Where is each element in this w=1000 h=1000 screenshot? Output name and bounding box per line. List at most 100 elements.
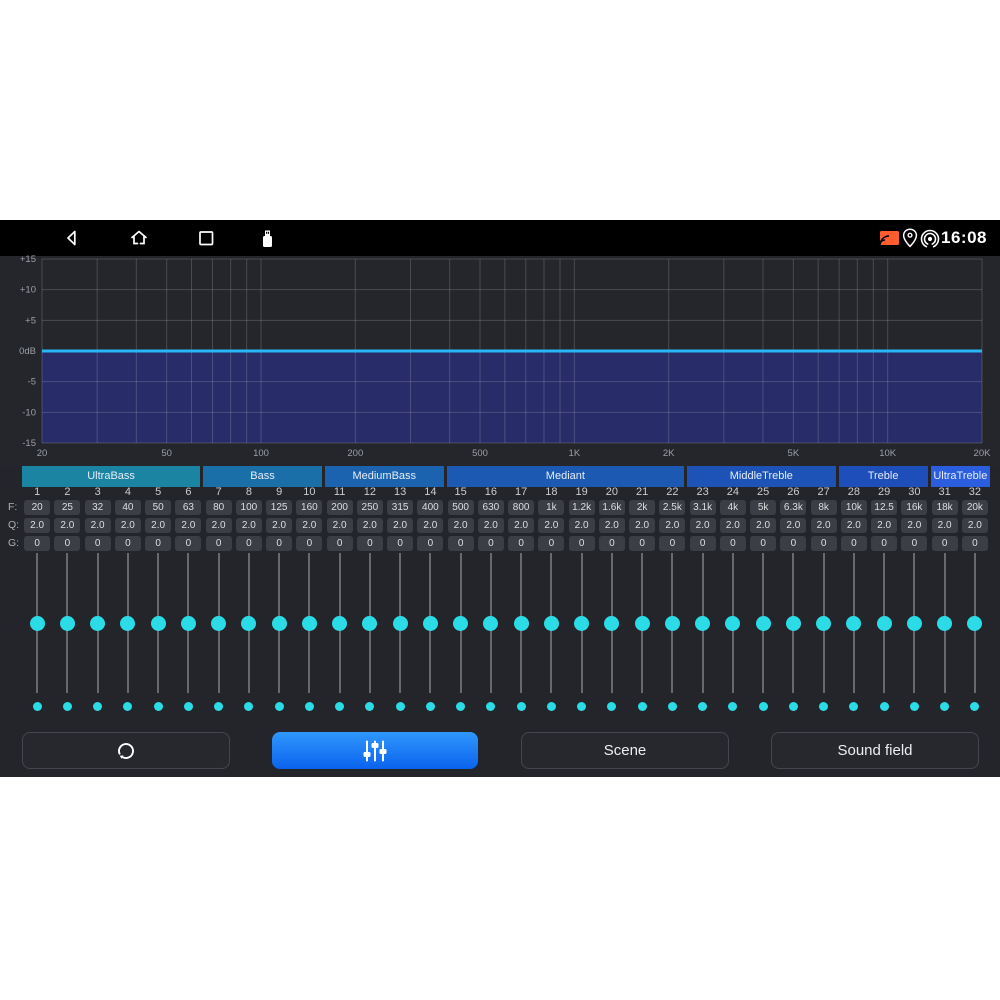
gain-slider[interactable] [536, 553, 566, 693]
slider-thumb[interactable] [423, 616, 438, 631]
q-value-chip[interactable]: 2.0 [24, 518, 50, 533]
gain-slider[interactable] [415, 553, 445, 693]
g-value-chip[interactable]: 0 [206, 536, 232, 551]
g-value-chip[interactable]: 0 [841, 536, 867, 551]
gain-slider[interactable] [839, 553, 869, 693]
gain-slider[interactable] [930, 553, 960, 693]
q-value-chip[interactable]: 2.0 [932, 518, 958, 533]
slider-thumb[interactable] [151, 616, 166, 631]
gain-slider[interactable] [204, 553, 234, 693]
f-value-chip[interactable]: 1.6k [599, 500, 625, 515]
q-value-chip[interactable]: 2.0 [417, 518, 443, 533]
slider-thumb[interactable] [514, 616, 529, 631]
g-value-chip[interactable]: 0 [750, 536, 776, 551]
gain-slider[interactable] [143, 553, 173, 693]
g-value-chip[interactable]: 0 [54, 536, 80, 551]
g-value-chip[interactable]: 0 [962, 536, 988, 551]
slider-thumb[interactable] [483, 616, 498, 631]
slider-thumb[interactable] [635, 616, 650, 631]
slider-thumb[interactable] [756, 616, 771, 631]
q-value-chip[interactable]: 2.0 [478, 518, 504, 533]
f-value-chip[interactable]: 12.5 [871, 500, 897, 515]
gain-slider[interactable] [294, 553, 324, 693]
gain-slider[interactable] [960, 553, 990, 693]
g-value-chip[interactable]: 0 [85, 536, 111, 551]
f-value-chip[interactable]: 500 [448, 500, 474, 515]
g-value-chip[interactable]: 0 [296, 536, 322, 551]
f-value-chip[interactable]: 800 [508, 500, 534, 515]
f-value-chip[interactable]: 1k [538, 500, 564, 515]
g-value-chip[interactable]: 0 [266, 536, 292, 551]
gain-slider[interactable] [597, 553, 627, 693]
gain-slider[interactable] [173, 553, 203, 693]
slider-thumb[interactable] [695, 616, 710, 631]
home-icon[interactable] [129, 228, 149, 248]
f-value-chip[interactable]: 50 [145, 500, 171, 515]
gain-slider[interactable] [627, 553, 657, 693]
q-value-chip[interactable]: 2.0 [236, 518, 262, 533]
gain-slider[interactable] [748, 553, 778, 693]
f-value-chip[interactable]: 20 [24, 500, 50, 515]
gain-slider[interactable] [567, 553, 597, 693]
g-value-chip[interactable]: 0 [115, 536, 141, 551]
q-value-chip[interactable]: 2.0 [538, 518, 564, 533]
f-value-chip[interactable]: 10k [841, 500, 867, 515]
reset-button[interactable] [22, 732, 230, 769]
gain-slider[interactable] [113, 553, 143, 693]
f-value-chip[interactable]: 2.5k [659, 500, 685, 515]
g-value-chip[interactable]: 0 [387, 536, 413, 551]
g-value-chip[interactable]: 0 [448, 536, 474, 551]
f-value-chip[interactable]: 18k [932, 500, 958, 515]
q-value-chip[interactable]: 2.0 [448, 518, 474, 533]
slider-thumb[interactable] [302, 616, 317, 631]
f-value-chip[interactable]: 250 [357, 500, 383, 515]
q-value-chip[interactable]: 2.0 [841, 518, 867, 533]
g-value-chip[interactable]: 0 [145, 536, 171, 551]
q-value-chip[interactable]: 2.0 [569, 518, 595, 533]
q-value-chip[interactable]: 2.0 [175, 518, 201, 533]
q-value-chip[interactable]: 2.0 [357, 518, 383, 533]
slider-thumb[interactable] [30, 616, 45, 631]
g-value-chip[interactable]: 0 [478, 536, 504, 551]
slider-thumb[interactable] [120, 616, 135, 631]
g-value-chip[interactable]: 0 [720, 536, 746, 551]
f-value-chip[interactable]: 100 [236, 500, 262, 515]
f-value-chip[interactable]: 630 [478, 500, 504, 515]
g-value-chip[interactable]: 0 [508, 536, 534, 551]
f-value-chip[interactable]: 63 [175, 500, 201, 515]
f-value-chip[interactable]: 160 [296, 500, 322, 515]
slider-thumb[interactable] [272, 616, 287, 631]
gain-slider[interactable] [83, 553, 113, 693]
gain-slider[interactable] [506, 553, 536, 693]
eq-button[interactable] [272, 732, 478, 769]
g-value-chip[interactable]: 0 [327, 536, 353, 551]
q-value-chip[interactable]: 2.0 [327, 518, 353, 533]
f-value-chip[interactable]: 8k [811, 500, 837, 515]
q-value-chip[interactable]: 2.0 [145, 518, 171, 533]
f-value-chip[interactable]: 25 [54, 500, 80, 515]
g-value-chip[interactable]: 0 [357, 536, 383, 551]
slider-thumb[interactable] [393, 616, 408, 631]
slider-thumb[interactable] [241, 616, 256, 631]
f-value-chip[interactable]: 125 [266, 500, 292, 515]
q-value-chip[interactable]: 2.0 [266, 518, 292, 533]
slider-thumb[interactable] [60, 616, 75, 631]
gain-slider[interactable] [899, 553, 929, 693]
slider-thumb[interactable] [362, 616, 377, 631]
gain-slider[interactable] [52, 553, 82, 693]
g-value-chip[interactable]: 0 [932, 536, 958, 551]
gain-slider[interactable] [22, 553, 52, 693]
slider-thumb[interactable] [90, 616, 105, 631]
q-value-chip[interactable]: 2.0 [750, 518, 776, 533]
gain-slider[interactable] [355, 553, 385, 693]
gain-slider[interactable] [264, 553, 294, 693]
slider-thumb[interactable] [453, 616, 468, 631]
gain-slider[interactable] [778, 553, 808, 693]
q-value-chip[interactable]: 2.0 [901, 518, 927, 533]
slider-thumb[interactable] [665, 616, 680, 631]
q-value-chip[interactable]: 2.0 [508, 518, 534, 533]
q-value-chip[interactable]: 2.0 [387, 518, 413, 533]
q-value-chip[interactable]: 2.0 [115, 518, 141, 533]
q-value-chip[interactable]: 2.0 [780, 518, 806, 533]
gain-slider[interactable] [476, 553, 506, 693]
